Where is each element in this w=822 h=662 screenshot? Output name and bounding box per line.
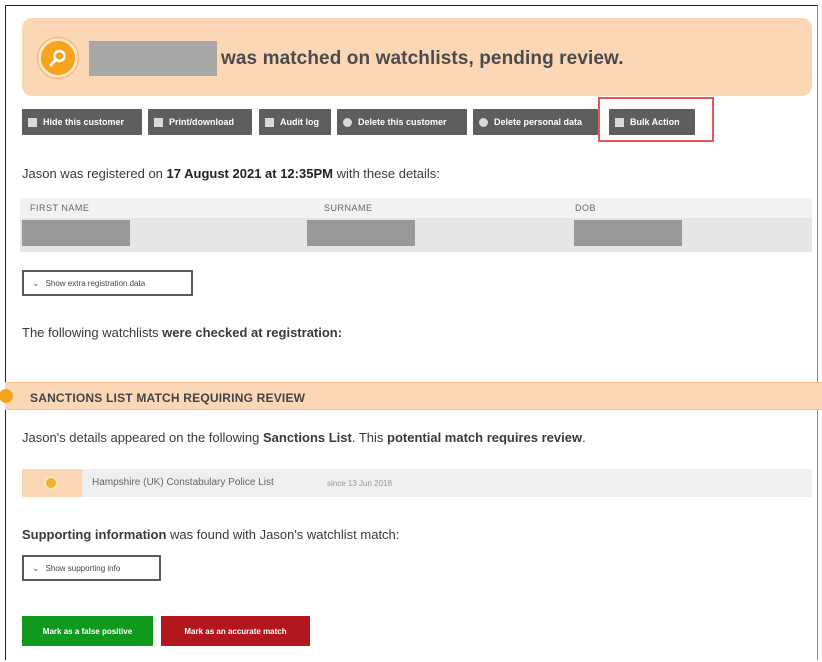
print-download-button[interactable]: Print/download — [148, 109, 252, 135]
mark-false-positive-button[interactable]: Mark as a false positive — [22, 616, 153, 646]
alert-dot-icon — [0, 389, 13, 403]
sanctions-text-end: . — [582, 430, 586, 445]
show-extra-data-label: Show extra registration data — [45, 278, 146, 288]
sanctions-title: SANCTIONS LIST MATCH REQUIRING REVIEW — [30, 391, 306, 405]
redacted-dob — [574, 220, 682, 246]
show-supporting-info-label: Show supporting info — [45, 563, 121, 573]
sanctions-list-bold: Sanctions List — [262, 430, 352, 445]
registration-date: 17 August 2021 at 12:35PM — [166, 166, 333, 181]
delete-customer-label: Delete this customer — [358, 117, 447, 127]
list-name: Hampshire (UK) Constabulary Police List — [92, 477, 274, 488]
sanctions-text-mid: . This — [351, 430, 388, 445]
delete-customer-button[interactable]: Delete this customer — [337, 109, 467, 135]
delete-personal-data-label: Delete personal data — [494, 117, 583, 127]
supporting-info-text: Supporting information was found with Ja… — [22, 527, 399, 542]
delete-personal-data-button[interactable]: Delete personal data — [473, 109, 598, 135]
redacted-customer-name — [89, 41, 217, 76]
audit-log-label: Audit log — [280, 117, 319, 127]
sanctions-text-prefix: Jason's details appeared on the followin… — [22, 430, 263, 445]
supporting-rest: was found with Jason's watchlist match: — [166, 527, 400, 542]
print-download-label: Print/download — [169, 117, 234, 127]
registration-prefix: Jason was registered on — [22, 166, 167, 181]
mark-accurate-match-button[interactable]: Mark as an accurate match — [161, 616, 310, 646]
sanctions-section-header: SANCTIONS LIST MATCH REQUIRING REVIEW — [0, 382, 822, 410]
supporting-bold: Supporting information — [22, 527, 167, 542]
show-supporting-info-button[interactable]: ⌄ Show supporting info — [22, 555, 161, 581]
registration-suffix: with these details: — [332, 166, 440, 181]
sanctions-description: Jason's details appeared on the followin… — [22, 430, 586, 445]
redacted-surname — [307, 220, 415, 246]
audit-log-button[interactable]: Audit log — [259, 109, 331, 135]
redacted-first-name — [22, 220, 130, 246]
watchlists-checked-text: The following watchlists were checked at… — [22, 325, 342, 340]
banner-status-text: was matched on watchlists, pending revie… — [221, 48, 624, 69]
hide-icon — [28, 117, 37, 127]
column-dob: DOB — [575, 203, 597, 213]
registration-details-table: FIRST NAME SURNAME DOB — [20, 198, 812, 252]
column-surname: SURNAME — [324, 203, 373, 213]
show-extra-data-button[interactable]: ⌄ Show extra registration data — [22, 270, 193, 296]
column-first-name: FIRST NAME — [30, 203, 90, 213]
watchlists-prefix: The following watchlists — [22, 325, 163, 340]
watchlists-bold: were checked at registration: — [162, 325, 343, 340]
police-list-icon — [44, 476, 58, 490]
audit-log-icon — [265, 117, 274, 127]
list-item[interactable]: Hampshire (UK) Constabulary Police List … — [22, 469, 812, 497]
potential-match-bold: potential match requires review — [387, 430, 583, 445]
delete-data-icon — [479, 117, 488, 127]
bulk-action-highlight — [598, 97, 714, 142]
hide-customer-button[interactable]: Hide this customer — [22, 109, 142, 135]
print-icon — [154, 117, 163, 127]
delete-customer-icon — [343, 117, 352, 127]
search-icon — [38, 38, 78, 78]
list-icon-box — [22, 469, 82, 497]
status-banner: was matched on watchlists, pending revie… — [22, 18, 812, 96]
chevron-down-icon: ⌄ — [32, 562, 40, 573]
list-since-date: since 13 Jun 2018 — [327, 479, 392, 488]
table-header: FIRST NAME SURNAME DOB — [20, 198, 812, 218]
table-row — [20, 218, 812, 252]
chevron-down-icon: ⌄ — [32, 277, 40, 288]
registration-text: Jason was registered on 17 August 2021 a… — [22, 166, 440, 181]
hide-customer-label: Hide this customer — [43, 117, 125, 127]
